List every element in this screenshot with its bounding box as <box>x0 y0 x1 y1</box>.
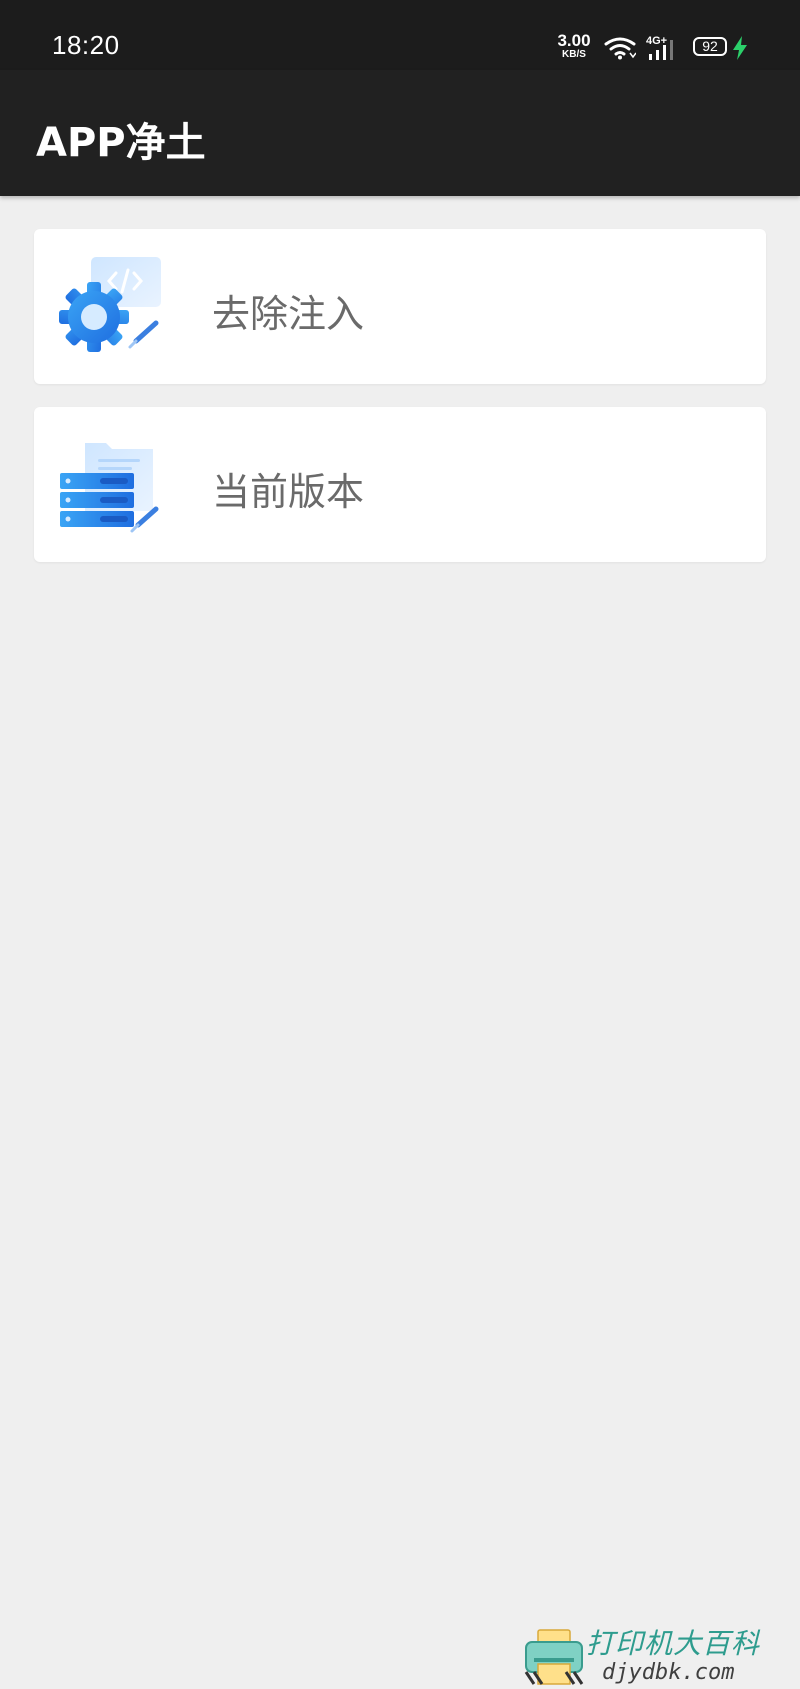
network-speed-unit: KB/S <box>562 49 586 60</box>
app-bar: APP净土 <box>0 70 800 196</box>
network-speed: 3.00 KB/S <box>554 32 594 61</box>
menu-item-remove-injection[interactable]: 去除注入 <box>34 229 766 384</box>
watermark-cn: 打印机大百科 <box>586 1627 761 1660</box>
status-time: 18:20 <box>52 30 120 60</box>
battery-icon: 92 <box>693 37 727 56</box>
menu-item-current-version[interactable]: 当前版本 <box>34 407 766 562</box>
charging-bolt-icon <box>733 36 747 60</box>
menu-item-label: 去除注入 <box>212 292 365 336</box>
battery-level: 92 <box>702 38 718 54</box>
signal-icon: 4G+ <box>646 35 673 60</box>
menu-item-label: 当前版本 <box>212 470 365 514</box>
watermark-url: djydbk.com <box>602 1660 735 1685</box>
status-bar: 18:20 3.00 KB/S 4G+ 92 <box>0 0 800 70</box>
server-folder-icon <box>60 443 159 533</box>
wifi-icon <box>604 37 636 60</box>
printer-icon <box>524 1629 584 1685</box>
watermark: 打印机大百科 djydbk.com <box>524 1620 800 1689</box>
network-speed-value: 3.00 <box>557 31 591 50</box>
gear-code-icon <box>59 257 161 352</box>
app-title: APP净土 <box>36 120 206 166</box>
